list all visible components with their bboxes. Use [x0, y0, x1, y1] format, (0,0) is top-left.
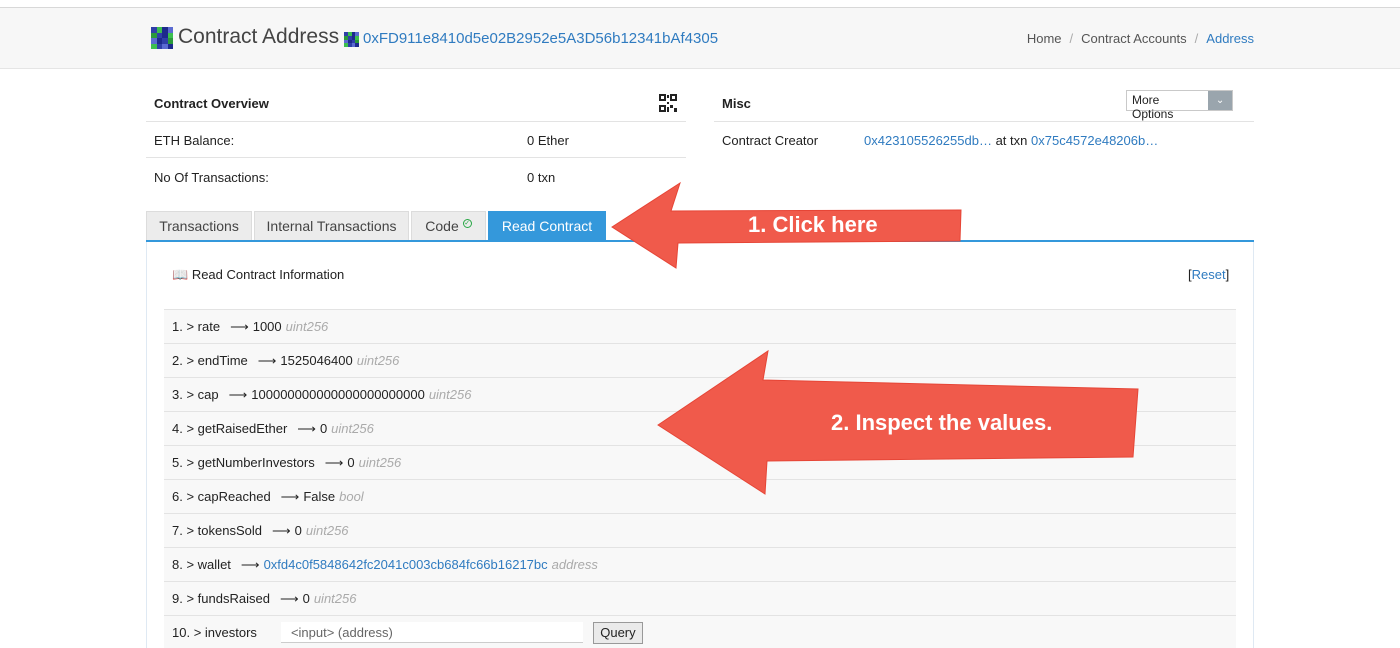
contract-address[interactable]: 0xFD911e8410d5e02B2952e5A3D56b12341bAf43… — [363, 30, 718, 47]
item-type: address — [551, 557, 598, 572]
right-arrow-icon: ⟶ — [240, 556, 260, 572]
item-value: 100000000000000000000000 — [251, 387, 425, 402]
contract-creator-value: 0x423105526255db… at txn 0x75c4572e48206… — [864, 133, 1158, 148]
eth-balance-label: ETH Balance: — [154, 133, 235, 148]
item-type: uint256 — [358, 455, 402, 470]
breadcrumb-home[interactable]: Home — [1027, 31, 1062, 46]
contract-read-row: 2. > endTime ⟶ 1525046400 uint256 — [164, 343, 1236, 377]
qr-code-icon[interactable] — [659, 94, 677, 112]
contract-read-row: 6. > capReached ⟶ False bool — [164, 479, 1236, 513]
right-arrow-icon: ⟶ — [280, 488, 300, 504]
item-number: 5. — [172, 455, 183, 470]
tab-transactions[interactable]: Transactions — [146, 211, 252, 240]
right-arrow-icon: ⟶ — [228, 386, 248, 402]
item-number: 10. — [172, 625, 191, 640]
right-arrow-icon: ⟶ — [297, 420, 316, 436]
item-value: 0 — [319, 421, 328, 436]
item-value: 0 — [302, 591, 310, 606]
breadcrumb-address: Address — [1206, 31, 1254, 46]
right-arrow-icon: ⟶ — [279, 590, 299, 606]
check-circle-icon: ✓ — [462, 218, 472, 228]
item-value[interactable]: 0xfd4c0f5848642fc2041c003cb684fc66b16217… — [264, 557, 548, 572]
item-number: 7. — [172, 523, 183, 538]
tx-count-label: No Of Transactions: — [154, 170, 269, 185]
breadcrumb: Home / Contract Accounts / Address — [1026, 31, 1254, 46]
investors-query-row: 10. > investors Query — [164, 615, 1236, 648]
contract-read-row: 8. > wallet ⟶ 0xfd4c0f5848642fc2041c003cb6… — [164, 547, 1236, 581]
more-options-label: More Options — [1132, 93, 1174, 121]
tab-label: Code — [425, 218, 459, 234]
item-value: 0 — [294, 523, 302, 538]
item-number: 3. — [172, 387, 183, 402]
tx-count-value: 0 txn — [527, 170, 556, 185]
right-arrow-icon: ⟶ — [272, 522, 291, 538]
item-value: False — [303, 489, 336, 504]
contract-identicon — [151, 27, 173, 49]
item-value: 1525046400 — [280, 353, 353, 368]
item-number: 2. — [172, 353, 183, 368]
at-txn-label: at txn — [995, 133, 1028, 148]
item-name: getNumberInvestors — [197, 455, 315, 470]
query-button[interactable]: Query — [592, 621, 643, 644]
contract-read-row: 4. > getRaisedEther ⟶ 0 uint256 — [164, 411, 1236, 445]
item-name: capReached — [197, 489, 271, 504]
item-name: wallet — [197, 557, 231, 572]
tab-code[interactable]: Code ✓ — [411, 211, 486, 240]
creator-txn-link[interactable]: 0x75c4572e48206b… — [1031, 133, 1158, 148]
creator-address-link[interactable]: 0x423105526255db… — [864, 133, 992, 148]
item-name: rate — [197, 319, 221, 334]
annotation-click-here: 1. Click here — [748, 212, 878, 237]
tab-internal-transactions[interactable]: Internal Transactions — [254, 211, 409, 240]
item-type: uint256 — [428, 387, 472, 402]
item-number: 1. — [172, 319, 183, 334]
address-identicon — [344, 32, 359, 47]
read-contract-title: Read Contract Information — [191, 267, 345, 282]
item-name: fundsRaised — [197, 591, 270, 606]
read-contract-heading: 📖 Read Contract Information — [172, 267, 344, 283]
tab-label: Transactions — [159, 218, 239, 234]
tab-label: Read Contract — [501, 218, 593, 234]
eth-balance-value: 0 Ether — [527, 133, 569, 148]
item-type: uint256 — [313, 591, 357, 606]
page-title: Contract Address — [178, 25, 340, 48]
item-number: 8. — [172, 557, 183, 572]
item-name: cap — [197, 387, 219, 402]
item-value: 1000 — [252, 319, 282, 334]
reset-control: [Reset] — [1188, 267, 1230, 282]
more-options-button[interactable]: More Options ⌄ — [1126, 90, 1233, 121]
annotation-inspect-values: 2. Inspect the values. — [831, 410, 1053, 435]
item-type: uint256 — [285, 319, 329, 334]
right-arrow-icon: ⟶ — [230, 318, 249, 334]
misc-title: Misc — [722, 96, 751, 111]
investors-address-input[interactable] — [280, 622, 583, 643]
contract-read-row: 5. > getNumberInvestors ⟶ 0 uint256 — [164, 445, 1236, 479]
breadcrumb-contract-accounts[interactable]: Contract Accounts — [1081, 31, 1187, 46]
item-type: uint256 — [331, 421, 374, 436]
contract-read-row: 7. > tokensSold ⟶ 0 uint256 — [164, 513, 1236, 547]
contract-read-row: 9. > fundsRaised ⟶ 0 uint256 — [164, 581, 1236, 615]
item-type: uint256 — [305, 523, 349, 538]
item-number: 4. — [172, 421, 183, 436]
item-number: 9. — [172, 591, 183, 606]
item-type: uint256 — [356, 353, 400, 368]
contract-read-row: 3. > cap ⟶ 100000000000000000000000 uint256 — [164, 377, 1236, 411]
item-name: investors — [204, 625, 257, 640]
reset-link[interactable]: Reset — [1192, 267, 1226, 282]
item-number: 6. — [172, 489, 183, 504]
right-arrow-icon: ⟶ — [324, 454, 344, 470]
book-icon: 📖 — [172, 267, 189, 282]
chevron-down-icon: ⌄ — [1208, 91, 1232, 110]
tab-read-contract[interactable]: Read Contract — [488, 211, 606, 240]
overview-title: Contract Overview — [154, 96, 269, 111]
item-type: bool — [339, 489, 364, 504]
item-name: tokensSold — [197, 523, 262, 538]
right-arrow-icon: ⟶ — [257, 352, 277, 368]
tab-label: Internal Transactions — [266, 218, 397, 234]
item-value: 0 — [347, 455, 355, 470]
item-name: endTime — [197, 353, 248, 368]
item-name: getRaisedEther — [197, 421, 288, 436]
contract-read-row: 1. > rate ⟶ 1000 uint256 — [164, 309, 1236, 343]
contract-creator-label: Contract Creator — [722, 133, 819, 148]
